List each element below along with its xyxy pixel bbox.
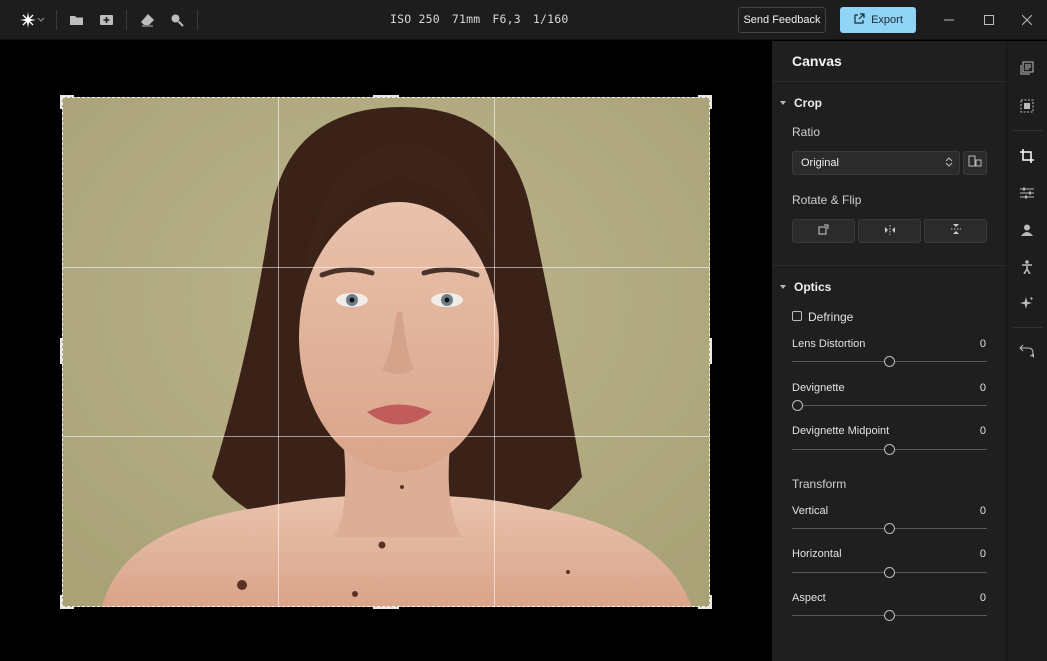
panel-title: Canvas	[792, 53, 842, 69]
select-icon[interactable]	[1019, 98, 1035, 114]
aspect-label: Aspect	[792, 592, 826, 604]
crop-handle-bottom-left[interactable]	[60, 595, 62, 609]
vertical-label: Vertical	[792, 505, 829, 517]
flip-horizontal-button[interactable]	[858, 219, 921, 243]
crop-section-header[interactable]: Crop	[780, 96, 822, 110]
vertical-thumb[interactable]	[884, 523, 895, 534]
send-feedback-label: Send Feedback	[743, 14, 821, 26]
horizontal-thumb[interactable]	[884, 567, 895, 578]
lens-distortion-value: 0	[979, 338, 986, 350]
lens-distortion-thumb[interactable]	[884, 356, 895, 367]
portrait-icon[interactable]	[1019, 222, 1035, 238]
horizontal-label: Horizontal	[792, 548, 842, 560]
divider	[772, 81, 1006, 82]
canvas-panel: Canvas Crop Ratio Original Rotate & Flip	[772, 41, 1006, 661]
image-canvas[interactable]	[0, 41, 772, 661]
transform-heading: Transform	[792, 477, 847, 491]
crop-frame[interactable]	[62, 97, 710, 607]
exif-iso: ISO 250	[390, 12, 440, 26]
aspect-thumb[interactable]	[884, 610, 895, 621]
devignette-midpoint-thumb[interactable]	[884, 444, 895, 455]
adjust-icon[interactable]	[1019, 185, 1035, 201]
crop-handle-top-left[interactable]	[60, 95, 62, 109]
caret-down-icon	[780, 285, 786, 289]
orientation-icon	[968, 154, 982, 172]
import-icon[interactable]	[96, 10, 116, 30]
ratio-label: Ratio	[792, 125, 821, 139]
tool-rail	[1006, 41, 1047, 661]
export-icon	[853, 12, 865, 28]
layers-icon[interactable]	[1019, 60, 1035, 76]
devignette-thumb[interactable]	[792, 400, 803, 411]
optics-section-header[interactable]: Optics	[780, 280, 831, 294]
crop-handle-bottom-right[interactable]	[710, 595, 712, 609]
zoom-icon[interactable]	[167, 10, 187, 30]
magic-icon[interactable]	[1019, 295, 1035, 311]
crop-heading: Crop	[794, 96, 822, 110]
devignette-label: Devignette	[792, 382, 845, 394]
maximize-icon[interactable]	[980, 11, 998, 29]
crop-handle-bottom[interactable]	[373, 607, 399, 609]
defringe-label: Defringe	[808, 310, 854, 324]
eraser-icon[interactable]	[137, 10, 157, 30]
divider	[772, 265, 1006, 266]
flip-horizontal-icon	[884, 222, 896, 240]
ratio-value: Original	[801, 157, 839, 169]
rotate-button[interactable]	[792, 219, 855, 243]
exif-aperture: F6,3	[492, 12, 521, 26]
lens-distortion-label: Lens Distortion	[792, 338, 866, 350]
close-icon[interactable]	[1018, 11, 1036, 29]
rotate-flip-label: Rotate & Flip	[792, 193, 862, 207]
app-logo-icon[interactable]	[18, 10, 38, 30]
crop-handle-top[interactable]	[373, 95, 399, 97]
flip-vertical-icon	[950, 222, 961, 240]
crop-handle-left[interactable]	[60, 338, 62, 364]
minimize-icon[interactable]	[940, 11, 958, 29]
divider	[56, 10, 57, 30]
export-button[interactable]: Export	[840, 7, 916, 33]
exif-shutter: 1/160	[532, 12, 569, 26]
defringe-checkbox[interactable]	[792, 311, 802, 321]
ratio-select[interactable]: Original	[792, 151, 960, 175]
send-feedback-button[interactable]: Send Feedback	[738, 7, 826, 33]
updown-chevron-icon	[945, 156, 953, 170]
crop-handle-top-right[interactable]	[710, 95, 712, 109]
divider	[1013, 130, 1042, 131]
export-label: Export	[871, 14, 903, 26]
devignette-midpoint-label: Devignette Midpoint	[792, 425, 890, 437]
orientation-button[interactable]	[963, 151, 987, 175]
devignette-midpoint-value: 0	[979, 425, 986, 437]
top-toolbar: ISO 250 71mm F6,3 1/160 Send Feedback Expor…	[0, 0, 1047, 40]
crop-handle-right[interactable]	[710, 338, 712, 364]
divider	[126, 10, 127, 30]
devignette-slider[interactable]	[792, 405, 987, 406]
divider	[197, 10, 198, 30]
crop-icon[interactable]	[1019, 148, 1035, 164]
body-icon[interactable]	[1019, 259, 1035, 275]
optics-heading: Optics	[794, 280, 832, 294]
undo-icon[interactable]	[1019, 343, 1035, 359]
flip-vertical-button[interactable]	[924, 219, 987, 243]
vertical-value: 0	[979, 505, 986, 517]
exif-focal: 71mm	[451, 12, 481, 26]
devignette-value: 0	[979, 382, 986, 394]
aspect-value: 0	[979, 592, 986, 604]
crop-handle-bottom-left[interactable]	[60, 607, 74, 609]
exif-info: ISO 250 71mm F6,3 1/160	[390, 12, 581, 26]
folder-icon[interactable]	[66, 10, 86, 30]
caret-down-icon	[780, 101, 786, 105]
divider	[1013, 327, 1042, 328]
rotate-icon	[818, 222, 829, 240]
horizontal-value: 0	[979, 548, 986, 560]
chevron-down-icon[interactable]	[36, 10, 46, 30]
crop-handle-top-left[interactable]	[60, 95, 74, 97]
